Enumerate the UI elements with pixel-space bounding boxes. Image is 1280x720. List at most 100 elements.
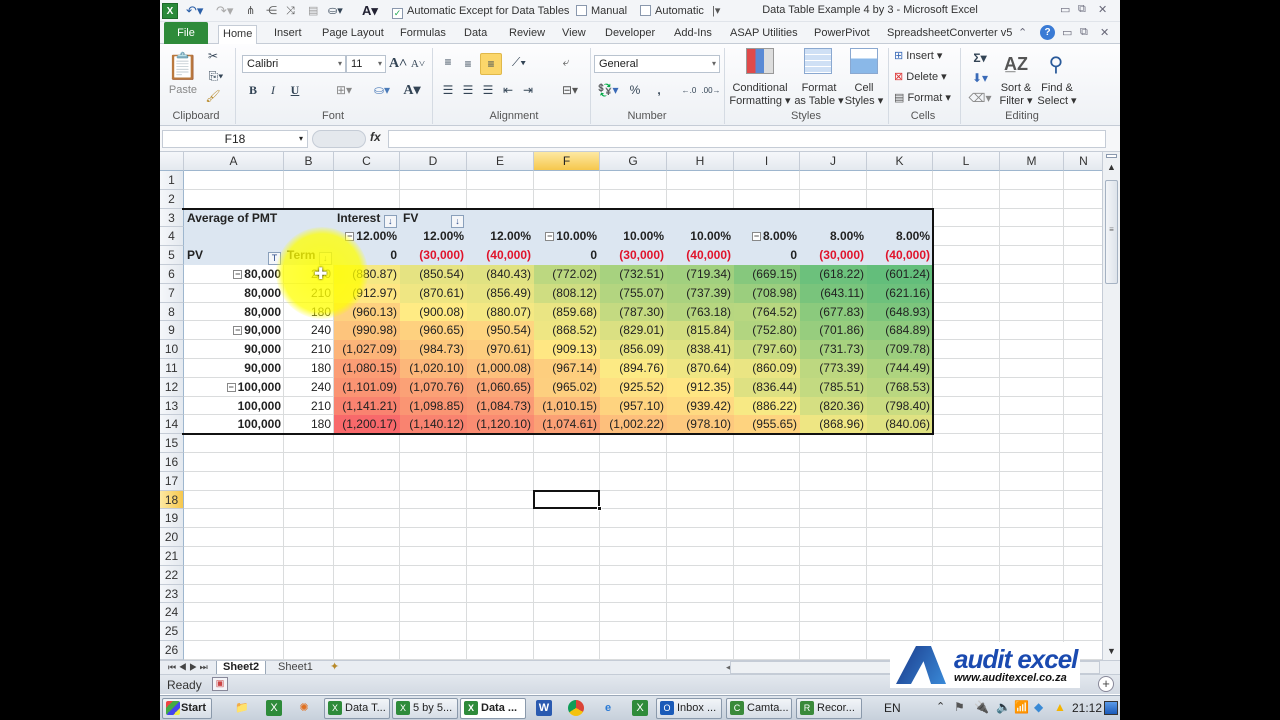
pivot-value-cell[interactable]: (643.11): [800, 283, 867, 303]
pivot-value-cell[interactable]: (797.60): [734, 340, 800, 359]
volume-icon[interactable]: 🔈: [996, 700, 1011, 714]
select-all-button[interactable]: [160, 152, 184, 171]
pivot-value-cell[interactable]: (970.61): [467, 340, 534, 359]
close-button[interactable]: ✕: [1098, 3, 1107, 16]
collapse-icon[interactable]: −: [545, 232, 555, 242]
field-dropdown-icon[interactable]: ↓: [383, 214, 397, 228]
pivot-value-cell[interactable]: (755.07): [600, 283, 667, 303]
decrease-decimal-icon[interactable]: .00→: [701, 82, 720, 98]
pivot-value-cell[interactable]: (1,010.15): [534, 396, 600, 416]
pivot-value-cell[interactable]: (787.30): [600, 302, 667, 322]
row-header-20[interactable]: 20: [160, 528, 184, 547]
pivot-value-cell[interactable]: (731.73): [800, 340, 867, 359]
pivot-value-cell[interactable]: (868.96): [800, 415, 867, 435]
paste-icon[interactable]: 📋: [167, 50, 199, 82]
increase-decimal-icon[interactable]: ←.0: [680, 82, 698, 98]
pivot-value-cell[interactable]: (701.86): [800, 321, 867, 341]
clear-icon[interactable]: ⌫▾: [968, 90, 992, 106]
pivot-value-cell[interactable]: (886.22): [734, 396, 800, 416]
pivot-value-cell[interactable]: (1,070.76): [400, 377, 467, 397]
row-header-4[interactable]: 4: [160, 227, 184, 247]
pivot-value-cell[interactable]: (737.39): [667, 283, 734, 303]
redo-icon[interactable]: ↷▾: [216, 3, 233, 19]
vertical-scrollbar[interactable]: ▲ ≡ ▼: [1102, 152, 1120, 660]
pivot-value-cell[interactable]: (880.87): [334, 265, 400, 284]
pivot-value-cell[interactable]: (900.08): [400, 302, 467, 322]
macro-record-icon[interactable]: ▣: [212, 677, 228, 691]
format-painter-icon[interactable]: 🖌: [204, 88, 222, 104]
pivot-value-cell[interactable]: (984.73): [400, 340, 467, 359]
find-select-button[interactable]: Find & Select ▾: [1036, 82, 1078, 108]
pivot-value-cell[interactable]: (648.93): [867, 302, 933, 322]
language-indicator[interactable]: EN: [884, 701, 901, 715]
pivot-value-cell[interactable]: (719.34): [667, 265, 734, 284]
pivot-value-cell[interactable]: (1,120.10): [467, 415, 534, 435]
pivot-value-cell[interactable]: (838.41): [667, 340, 734, 359]
pivot-value-cell[interactable]: (836.44): [734, 377, 800, 397]
column-header-l[interactable]: L: [933, 152, 1000, 171]
pivot-value-cell[interactable]: (965.02): [534, 377, 600, 397]
font-color-icon[interactable]: A▾: [400, 82, 424, 98]
pivot-value-cell[interactable]: (990.98): [334, 321, 400, 341]
sort-filter-button[interactable]: Sort & Filter ▾: [996, 82, 1036, 108]
insert-cells-button[interactable]: ⊞ Insert ▾: [894, 50, 942, 63]
pivot-value-cell[interactable]: (772.02): [534, 265, 600, 284]
pivot-value-cell[interactable]: (912.35): [667, 377, 734, 397]
collapse-icon[interactable]: −: [226, 382, 236, 392]
pivot-value-cell[interactable]: (1,141.21): [334, 396, 400, 416]
collapse-icon[interactable]: −: [233, 326, 243, 336]
italic-button[interactable]: I: [266, 82, 280, 98]
row-header-5[interactable]: 5: [160, 246, 184, 265]
find-select-icon[interactable]: ⚲: [1042, 50, 1070, 78]
scroll-down-icon[interactable]: ▼: [1107, 646, 1116, 656]
paste-button[interactable]: Paste: [166, 84, 200, 97]
tab-formulas[interactable]: Formulas: [396, 25, 450, 44]
align-left-icon[interactable]: ☰: [440, 82, 456, 98]
copy-icon[interactable]: ⎘▾: [204, 68, 228, 84]
pivot-value-cell[interactable]: (768.53): [867, 377, 933, 397]
tab-asap-utilities[interactable]: ASAP Utilities: [726, 25, 802, 44]
align-middle-icon[interactable]: ≡: [460, 56, 476, 72]
pivot-value-cell[interactable]: (829.01): [600, 321, 667, 341]
clock[interactable]: 21:12: [1072, 701, 1102, 715]
merge-center-icon[interactable]: ⊟▾: [558, 82, 582, 98]
tab-review[interactable]: Review: [505, 25, 549, 44]
percent-style-button[interactable]: %: [628, 82, 642, 98]
pivot-value-cell[interactable]: (744.49): [867, 359, 933, 378]
insert-function-button[interactable]: fx: [370, 130, 381, 144]
tab-data[interactable]: Data: [460, 25, 491, 44]
row-header-23[interactable]: 23: [160, 584, 184, 604]
column-header-a[interactable]: A: [184, 152, 284, 171]
pivot-value-cell[interactable]: (1,020.10): [400, 359, 467, 378]
clipboard-icon[interactable]: ▤: [308, 3, 318, 19]
taskbar-item[interactable]: O Inbox ...: [656, 698, 722, 719]
zoom-in-icon[interactable]: +: [1098, 676, 1114, 692]
row-header-11[interactable]: 11: [160, 359, 184, 378]
ie-icon[interactable]: e: [600, 700, 616, 716]
pivot-value-cell[interactable]: (820.36): [800, 396, 867, 416]
row-header-25[interactable]: 25: [160, 622, 184, 641]
workbook-close-button[interactable]: ✕: [1100, 26, 1109, 39]
cell-styles-icon[interactable]: [850, 48, 878, 74]
split-handle[interactable]: [1106, 154, 1117, 158]
pivot-value-cell[interactable]: (764.52): [734, 302, 800, 322]
calc-automatic-checkbox[interactable]: Automatic: [640, 3, 704, 19]
column-header-i[interactable]: I: [734, 152, 800, 171]
row-header-26[interactable]: 26: [160, 641, 184, 660]
format-cells-button[interactable]: ▤ Format ▾: [894, 92, 951, 105]
column-header-g[interactable]: G: [600, 152, 667, 171]
pivot-value-cell[interactable]: (1,140.12): [400, 415, 467, 435]
row-header-7[interactable]: 7: [160, 283, 184, 303]
autosum-button[interactable]: Σ ▾: [968, 50, 992, 66]
remove-arrows-icon[interactable]: ⤨: [286, 3, 295, 19]
taskbar-item-active[interactable]: X Data ...: [460, 698, 526, 719]
conditional-formatting-button[interactable]: Conditional Formatting ▾: [728, 82, 792, 108]
pivot-value-cell[interactable]: (925.52): [600, 377, 667, 397]
delete-cells-button[interactable]: ⊠ Delete ▾: [894, 71, 947, 84]
pivot-value-cell[interactable]: (978.10): [667, 415, 734, 435]
row-header-1[interactable]: 1: [160, 171, 184, 190]
pivot-value-cell[interactable]: (1,002.22): [600, 415, 667, 435]
app-pinned-icon[interactable]: ✺: [296, 700, 312, 716]
column-header-d[interactable]: D: [400, 152, 467, 171]
tab-add-ins[interactable]: Add-Ins: [670, 25, 716, 44]
